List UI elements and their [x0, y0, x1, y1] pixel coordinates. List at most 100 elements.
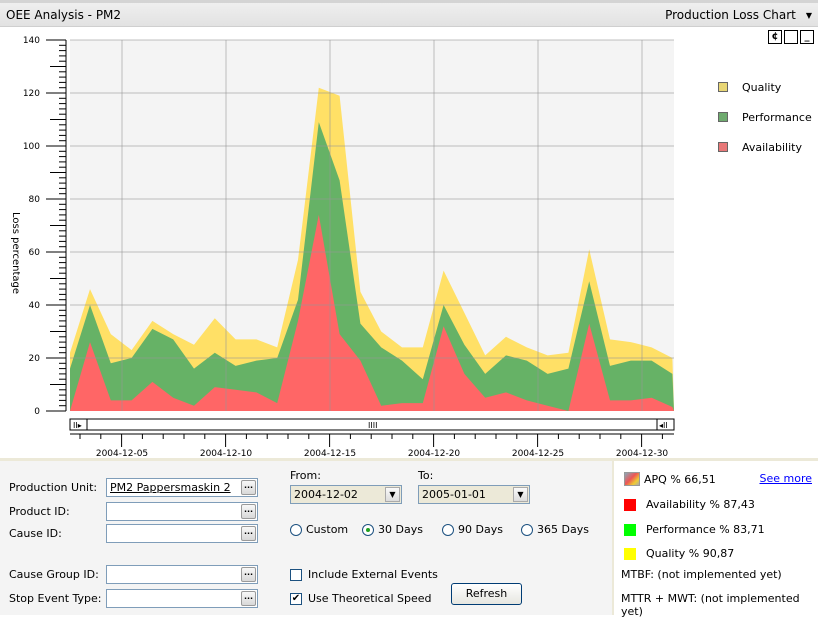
y-tick-label: 120 — [23, 89, 40, 99]
apq-stat: APQ % 66,51 — [624, 472, 716, 486]
legend-item-quality: Quality — [718, 72, 812, 102]
y-tick-label: 140 — [23, 36, 40, 46]
filter-panel: Production Unit: PM2 Pappersmaskin 2 ...… — [0, 461, 612, 615]
legend-swatch-performance — [718, 112, 728, 122]
x-tick-label: 2004-12-25 — [512, 449, 564, 458]
legend-label: Quality — [742, 80, 782, 94]
production-unit-field[interactable]: PM2 Pappersmaskin 2 ... — [106, 478, 258, 497]
from-label: From: — [290, 469, 321, 482]
range-radio-365-days[interactable]: 365 Days — [521, 523, 589, 536]
browse-product-id-button[interactable]: ... — [241, 504, 256, 519]
checkmark-icon[interactable]: ✔ — [290, 592, 302, 605]
app-title: OEE Analysis - PM2 — [6, 8, 122, 22]
title-bar: OEE Analysis - PM2 Production Loss Chart… — [0, 0, 818, 27]
from-date-select[interactable]: 2004-12-02 ▼ — [290, 485, 402, 504]
radio-icon[interactable] — [290, 523, 302, 536]
cause-group-id-label: Cause Group ID: — [9, 568, 99, 581]
see-more-link[interactable]: See more — [759, 472, 812, 485]
radio-icon[interactable] — [521, 523, 533, 536]
chevron-down-icon: ▼ — [805, 11, 812, 20]
minimize-icon[interactable]: _ — [800, 30, 814, 44]
scroll-left-icon: II▸ — [73, 421, 82, 430]
legend-label: Performance — [742, 110, 812, 124]
production-unit-label: Production Unit: — [9, 481, 98, 494]
cause-id-label: Cause ID: — [9, 527, 62, 540]
chevron-down-icon[interactable]: ▼ — [385, 487, 400, 502]
chart-view-selector[interactable]: Production Loss Chart ▼ — [665, 8, 812, 22]
checkbox-unchecked-icon[interactable] — [290, 568, 302, 581]
maximize-icon[interactable] — [784, 30, 798, 44]
y-tick-label: 100 — [23, 142, 40, 152]
radio-label: 30 Days — [378, 523, 423, 536]
range-radio-30-days[interactable]: 30 Days — [362, 523, 423, 536]
refresh-button[interactable]: Refresh — [451, 583, 522, 605]
chart-legend: Quality Performance Availability — [718, 72, 812, 162]
radio-label: Custom — [306, 523, 349, 536]
y-tick-label: 0 — [34, 407, 40, 417]
radio-selected-icon[interactable] — [362, 523, 374, 536]
radio-icon[interactable] — [442, 523, 454, 536]
x-tick-label: 2004-12-30 — [616, 449, 669, 458]
quality-stat: Quality % 90,87 — [624, 547, 734, 560]
y-axis-label: Loss percentage — [10, 212, 21, 294]
chart-panel: ¢ _ Loss percentage 0 20 40 60 80 100 120 140 II… — [0, 27, 818, 458]
x-tick-label: 2004-12-15 — [304, 449, 356, 458]
window-buttons: ¢ _ — [768, 30, 814, 44]
legend-item-availability: Availability — [718, 132, 812, 162]
production-unit-value[interactable]: PM2 Pappersmaskin 2 — [110, 481, 231, 494]
production-loss-chart: Loss percentage 0 20 40 60 80 100 120 140 II▸ ◂II… — [10, 36, 675, 458]
performance-stat: Performance % 83,71 — [624, 523, 765, 536]
mttr-stat: MTTR + MWT: (not implemented yet) — [621, 592, 800, 618]
performance-color-icon — [624, 523, 636, 536]
y-tick-label: 80 — [29, 195, 41, 205]
x-tick-label: 2004-12-10 — [200, 449, 253, 458]
legend-item-performance: Performance — [718, 102, 812, 132]
stop-event-type-field[interactable]: ... — [106, 589, 258, 608]
cause-id-field[interactable]: ... — [106, 524, 258, 543]
quality-value: Quality % 90,87 — [646, 547, 735, 560]
chevron-down-icon[interactable]: ▼ — [513, 487, 528, 502]
browse-stop-event-type-button[interactable]: ... — [241, 591, 256, 606]
refresh-icon[interactable]: ¢ — [768, 30, 782, 44]
scroll-right-icon: ◂II — [659, 421, 668, 430]
scroll-thumb-grip: IIII — [368, 421, 377, 430]
stats-panel: APQ % 66,51 See more Availability % 87,4… — [614, 461, 818, 618]
y-tick-label: 20 — [29, 354, 41, 364]
to-date-select[interactable]: 2005-01-01 ▼ — [418, 485, 530, 504]
y-tick-label: 40 — [29, 301, 41, 311]
radio-label: 365 Days — [537, 523, 589, 536]
browse-cause-group-id-button[interactable]: ... — [241, 567, 256, 582]
x-tick-label: 2004-12-20 — [408, 449, 461, 458]
y-tick-label: 60 — [29, 248, 41, 258]
legend-swatch-availability — [718, 142, 728, 152]
chart-view-label: Production Loss Chart — [665, 8, 796, 22]
checkbox-label: Include External Events — [308, 568, 438, 581]
chart-icon — [624, 472, 640, 486]
availability-color-icon — [624, 498, 636, 511]
performance-value: Performance % 83,71 — [646, 523, 765, 536]
browse-cause-id-button[interactable]: ... — [241, 526, 256, 541]
to-label: To: — [418, 469, 434, 482]
product-id-label: Product ID: — [9, 505, 70, 518]
range-radio-custom[interactable]: Custom — [290, 523, 348, 536]
from-date-value: 2004-12-02 — [294, 488, 358, 501]
to-date-value: 2005-01-01 — [422, 488, 486, 501]
mtbf-stat: MTBF: (not implemented yet) — [621, 568, 782, 581]
legend-swatch-quality — [718, 82, 728, 92]
product-id-field[interactable]: ... — [106, 502, 258, 521]
range-radio-90-days[interactable]: 90 Days — [442, 523, 503, 536]
availability-stat: Availability % 87,43 — [624, 498, 755, 511]
bottom-panel: Production Unit: PM2 Pappersmaskin 2 ...… — [0, 458, 818, 618]
legend-label: Availability — [742, 140, 802, 154]
apq-value: APQ % 66,51 — [644, 472, 716, 486]
include-external-events-checkbox[interactable]: Include External Events — [290, 568, 438, 581]
use-theoretical-speed-checkbox[interactable]: ✔ Use Theoretical Speed — [290, 592, 431, 605]
quality-color-icon — [624, 547, 636, 560]
radio-label: 90 Days — [458, 523, 503, 536]
browse-production-unit-button[interactable]: ... — [241, 480, 256, 495]
stop-event-type-label: Stop Event Type: — [9, 592, 102, 605]
availability-value: Availability % 87,43 — [646, 498, 755, 511]
checkbox-label: Use Theoretical Speed — [308, 592, 432, 605]
x-tick-label: 2004-12-05 — [96, 449, 148, 458]
cause-group-id-field[interactable]: ... — [106, 565, 258, 584]
